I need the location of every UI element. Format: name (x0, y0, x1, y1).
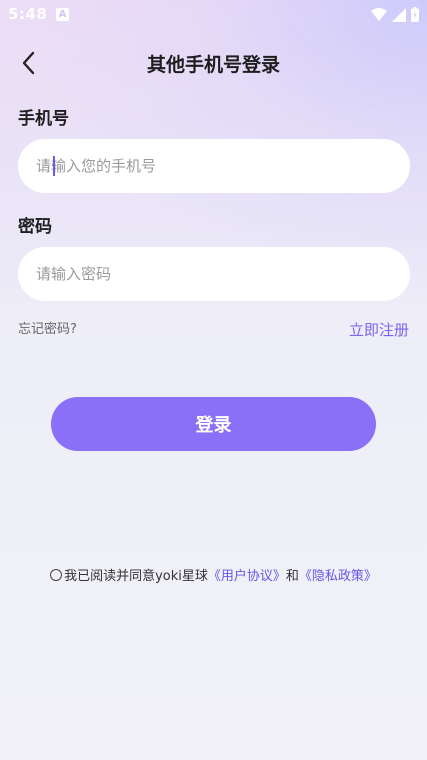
agreement-and: 和 (285, 569, 299, 584)
password-input-box[interactable] (18, 247, 410, 301)
agreement-row: 我已阅读并同意yoki星球《用户协议》和《隐私政策》 (0, 565, 427, 584)
login-button[interactable]: 登录 (51, 397, 376, 451)
register-link[interactable]: 立即注册 (349, 319, 409, 340)
status-icons (371, 7, 419, 22)
signal-icon (392, 7, 406, 22)
password-input[interactable] (36, 265, 410, 283)
phone-label: 手机号 (18, 109, 69, 129)
forgot-password-link[interactable]: 忘记密码? (18, 318, 77, 337)
battery-icon (411, 7, 419, 22)
wifi-icon (371, 8, 387, 21)
notification-icon: A (56, 8, 69, 21)
agreement-checkbox[interactable] (50, 569, 63, 581)
user-agreement-link[interactable]: 《用户协议》 (208, 569, 286, 584)
privacy-policy-link[interactable]: 《隐私政策》 (299, 569, 377, 584)
agreement-text: 我已阅读并同意yoki星球 (64, 569, 208, 584)
status-bar: 5:48 A (0, 0, 427, 30)
page-title: 其他手机号登录 (146, 54, 280, 76)
status-time: 5:48 (8, 5, 48, 23)
phone-input-box[interactable] (18, 139, 410, 193)
text-caret (53, 156, 55, 176)
phone-input[interactable] (36, 157, 410, 175)
password-label: 密码 (18, 217, 52, 237)
